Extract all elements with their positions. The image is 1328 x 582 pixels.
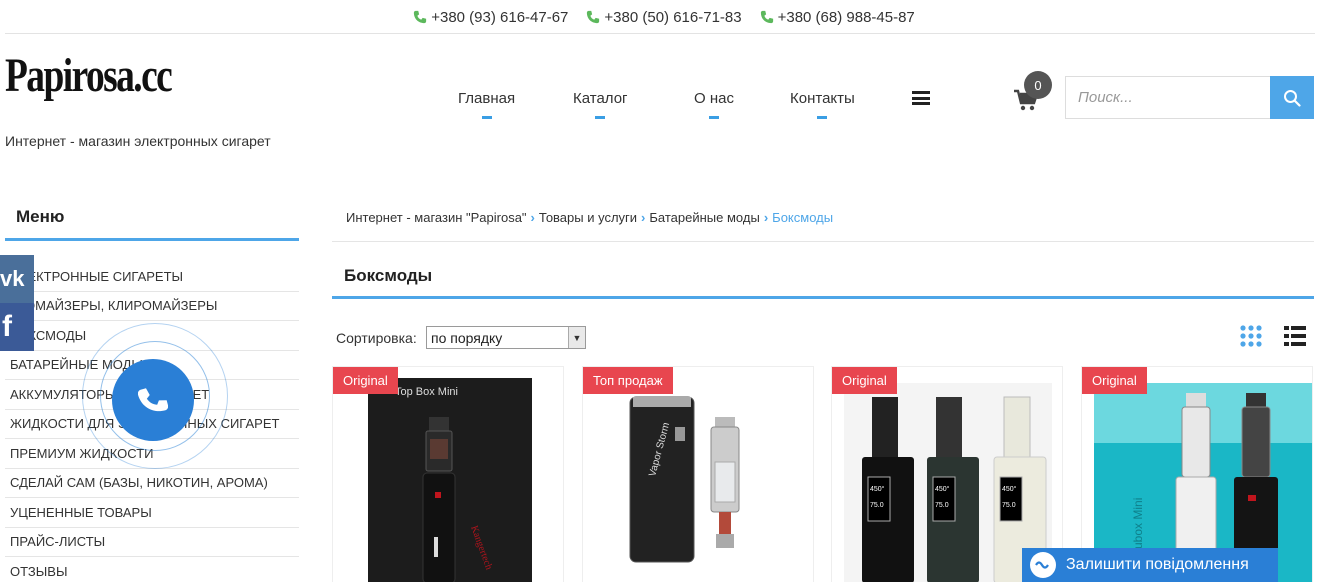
nav-indicator (595, 116, 606, 119)
sidebar-item[interactable]: ЭЛЕКТРОННЫЕ СИГАРЕТЫ (5, 262, 299, 292)
facebook-icon: f (2, 310, 12, 343)
site-tagline: Интернет - магазин электронных сигарет (5, 133, 271, 149)
product-badge: Original (1082, 367, 1147, 394)
sort-label: Сортировка: (336, 330, 417, 346)
nav-catalog[interactable]: Каталог (573, 90, 628, 119)
vk-icon: vk (0, 266, 25, 291)
divider (5, 33, 1315, 34)
nav-indicator (481, 116, 492, 119)
nav-contacts[interactable]: Контакты (790, 90, 855, 119)
product-image[interactable]: Top Box Mini Kangertech (333, 367, 564, 582)
facebook-share-button[interactable]: f (0, 303, 34, 351)
phone-number: +380 (93) 616-47-67 (431, 8, 569, 26)
sort-value: по порядку (431, 329, 503, 346)
nav-home[interactable]: Главная (458, 90, 516, 119)
svg-text:75.0: 75.0 (1002, 502, 1016, 509)
chevron-right-icon: › (763, 210, 769, 225)
divider (5, 238, 299, 241)
svg-text:75.0: 75.0 (870, 502, 884, 509)
breadcrumb-link[interactable]: Интернет - магазин "Papirosa" (346, 210, 527, 225)
nav-label: Контакты (790, 90, 855, 107)
site-logo[interactable]: Papirosa.cc (5, 52, 173, 100)
callback-widget[interactable] (82, 323, 228, 469)
nav-about[interactable]: О нас (694, 90, 734, 119)
product-badge: Original (832, 367, 897, 394)
grid-view-icon[interactable] (1240, 325, 1262, 347)
chat-widget-label: Залишити повідомлення (1066, 556, 1249, 573)
nav-label: Главная (458, 90, 516, 107)
page-title: Боксмоды (344, 266, 433, 285)
search-input[interactable]: Поиск... (1065, 76, 1271, 119)
phone-icon (587, 10, 600, 24)
product-image[interactable]: Vapor Storm (583, 367, 814, 582)
nav-indicator (708, 116, 719, 119)
sidebar-title: Меню (16, 207, 65, 226)
breadcrumb-current[interactable]: Боксмоды (772, 210, 833, 225)
sidebar-item[interactable]: СДЕЛАЙ САМ (БАЗЫ, НИКОТИН, АРОМА) (5, 469, 299, 498)
phone-bar: +380 (93) 616-47-67 +380 (50) 616-71-83 … (0, 0, 1328, 34)
svg-text:450°: 450° (870, 485, 885, 493)
breadcrumb: Интернет - магазин "Papirosa" › Товары и у… (346, 210, 833, 225)
callback-button[interactable] (112, 359, 194, 441)
chevron-right-icon: › (641, 210, 646, 225)
chat-widget-button[interactable]: Залишити повідомлення (1022, 548, 1278, 582)
phone-icon (760, 10, 773, 24)
divider (332, 296, 1314, 299)
svg-text:75.0: 75.0 (935, 502, 949, 509)
search-icon (1284, 89, 1301, 107)
nav-label: Каталог (573, 90, 628, 107)
chevron-down-icon: ▼ (568, 327, 585, 348)
vk-share-button[interactable]: vk (0, 255, 34, 303)
phone-2[interactable]: +380 (50) 616-71-83 (586, 8, 742, 26)
chevron-right-icon: › (530, 210, 535, 225)
phone-icon (414, 10, 427, 24)
svg-text:450°: 450° (1002, 485, 1017, 493)
nav-indicator (817, 116, 828, 119)
sidebar-item[interactable]: АТОМАЙЗЕРЫ, КЛИРОМАЙЗЕРЫ (5, 292, 299, 321)
product-image-text: Top Box Mini (395, 386, 458, 398)
sidebar-item[interactable]: ОТЗЫВЫ (5, 557, 299, 582)
product-badge: Топ продаж (583, 367, 673, 394)
phone-number: +380 (50) 616-71-83 (604, 8, 742, 26)
hamburger-menu-icon[interactable] (912, 91, 930, 105)
cart-count-badge: 0 (1024, 71, 1052, 99)
search-button[interactable] (1270, 76, 1314, 119)
product-card[interactable]: Топ продаж Vapor Storm (582, 366, 814, 582)
sidebar-item[interactable]: УЦЕНЕННЫЕ ТОВАРЫ (5, 498, 299, 528)
phone-1[interactable]: +380 (93) 616-47-67 (413, 9, 568, 26)
product-card[interactable]: Original Top Box Mini Kangertech (332, 366, 564, 582)
product-badge: Original (333, 367, 398, 394)
breadcrumb-link[interactable]: Батарейные моды (649, 210, 759, 225)
sidebar-item[interactable]: ПРАЙС-ЛИСТЫ (5, 528, 299, 557)
list-view-icon[interactable] (1284, 325, 1306, 347)
breadcrumb-link[interactable]: Товары и услуги (539, 210, 637, 225)
chat-icon (1030, 552, 1056, 578)
phone-icon (138, 388, 168, 412)
svg-text:450°: 450° (935, 485, 950, 493)
sort-select[interactable]: по порядку ▼ (426, 326, 586, 349)
phone-number: +380 (68) 988-45-87 (777, 8, 915, 26)
phone-3[interactable]: +380 (68) 988-45-87 (760, 9, 915, 26)
nav-label: О нас (694, 90, 734, 107)
divider (332, 241, 1314, 242)
